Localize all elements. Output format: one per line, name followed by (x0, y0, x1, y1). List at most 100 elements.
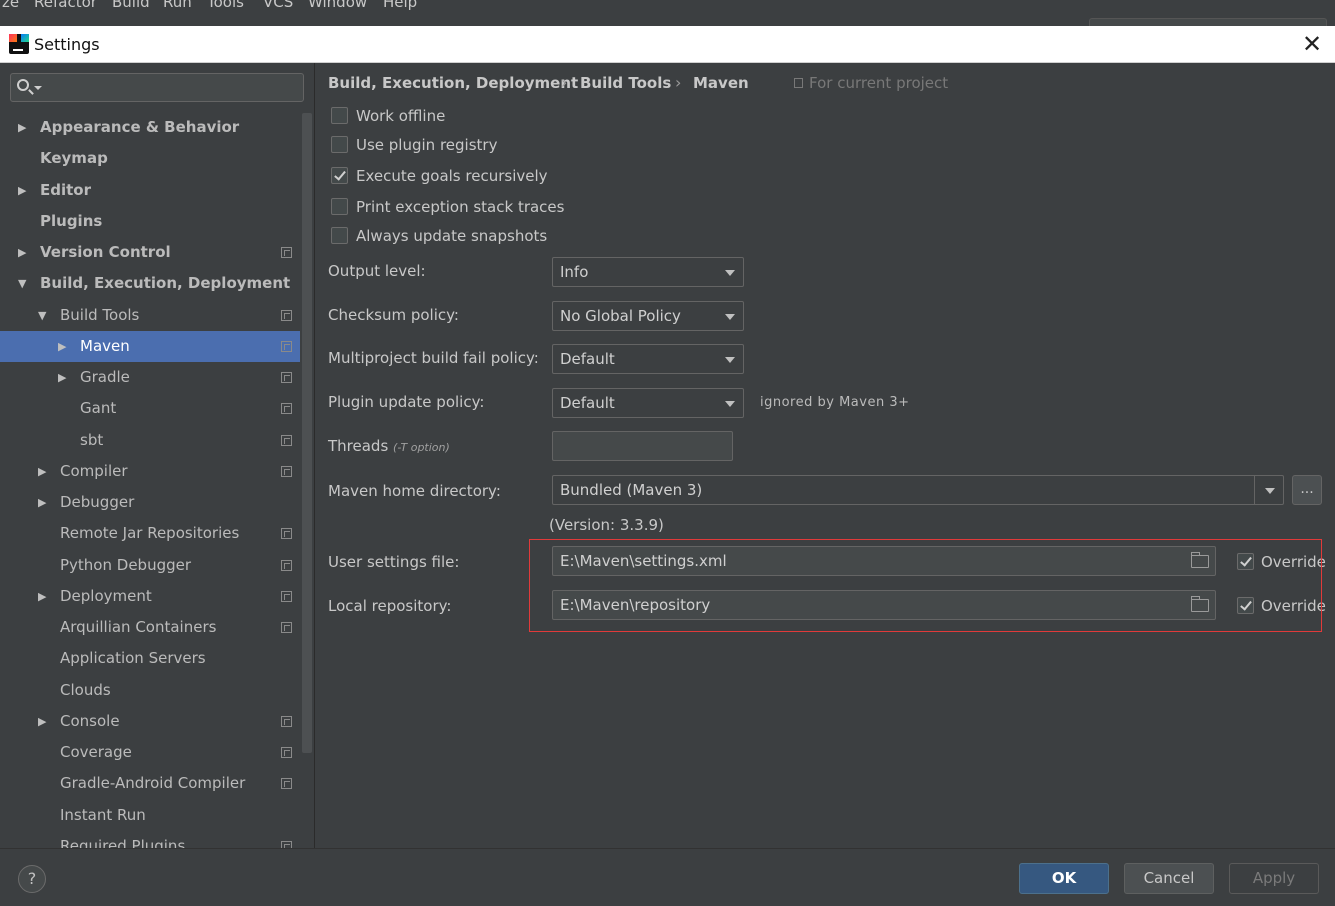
menu-run[interactable]: Run (163, 0, 192, 11)
checkbox-label[interactable]: Work offline (356, 105, 445, 127)
project-scope-icon (281, 341, 292, 352)
sidebar-item-version-control[interactable]: ▶ Version Control (0, 237, 300, 268)
sidebar-item-maven[interactable]: ▶ Maven (0, 331, 300, 362)
sidebar-item-compiler[interactable]: ▶ Compiler (0, 456, 300, 487)
sidebar-item-debugger[interactable]: ▶ Debugger (0, 487, 300, 518)
sidebar-item-gant[interactable]: Gant (0, 393, 300, 424)
project-scope-icon (281, 466, 292, 477)
close-icon[interactable]: ✕ (1299, 31, 1325, 57)
sidebar-item-coverage[interactable]: Coverage (0, 737, 300, 768)
sidebar-item-build-execution-deployment[interactable]: ▼ Build, Execution, Deployment (0, 268, 300, 299)
menu-refactor[interactable]: Refactor (34, 0, 97, 11)
dialog-titlebar: Settings ✕ (0, 26, 1335, 63)
collapsed-arrow-icon[interactable]: ▶ (18, 175, 26, 206)
sidebar-item-keymap[interactable]: Keymap (0, 143, 300, 174)
maven-home-select[interactable]: Bundled (Maven 3) (552, 475, 1284, 505)
checkbox-box[interactable] (331, 167, 348, 184)
sidebar-item-clouds[interactable]: Clouds (0, 675, 300, 706)
sidebar-item-label: Clouds (60, 681, 111, 699)
sidebar-item-python-debugger[interactable]: Python Debugger (0, 550, 300, 581)
threads-option-note: (-T option) (393, 441, 450, 454)
menu-build[interactable]: Build (112, 0, 150, 11)
user-settings-label: User settings file: (328, 553, 460, 571)
threads-input[interactable] (552, 431, 733, 461)
checkbox-label[interactable]: Always update snapshots (356, 225, 547, 247)
cancel-button[interactable]: Cancel (1124, 863, 1214, 894)
sidebar-item-arquillian-containers[interactable]: Arquillian Containers (0, 612, 300, 643)
sidebar-item-build-tools[interactable]: ▼ Build Tools (0, 300, 300, 331)
expanded-arrow-icon[interactable]: ▼ (38, 300, 46, 331)
collapsed-arrow-icon[interactable]: ▶ (38, 487, 46, 518)
collapsed-arrow-icon[interactable]: ▶ (18, 112, 26, 143)
ok-button[interactable]: OK (1019, 863, 1109, 894)
toolbar-search-field[interactable] (1089, 18, 1327, 26)
breadcrumb-separator: › (561, 73, 568, 92)
collapsed-arrow-icon[interactable]: ▶ (58, 362, 66, 393)
chevron-down-icon (725, 270, 735, 276)
collapsed-arrow-icon[interactable]: ▶ (38, 706, 46, 737)
checkbox-box[interactable] (331, 227, 348, 244)
ide-menubar: ze Refactor Build Run Tools VCS Window H… (0, 0, 1335, 26)
search-history-dropdown-icon[interactable] (34, 86, 42, 90)
collapsed-arrow-icon[interactable]: ▶ (18, 237, 26, 268)
sidebar-item-gradle[interactable]: ▶ Gradle (0, 362, 300, 393)
sidebar-item-console[interactable]: ▶ Console (0, 706, 300, 737)
sidebar-item-deployment[interactable]: ▶ Deployment (0, 581, 300, 612)
sidebar-item-label: Build Tools (60, 306, 140, 324)
plugin-update-policy-select[interactable]: Default (552, 388, 744, 418)
local-repository-label: Local repository: (328, 597, 452, 615)
project-scope-icon (281, 403, 292, 414)
collapsed-arrow-icon[interactable]: ▶ (58, 331, 66, 362)
output-level-select[interactable]: Info (552, 257, 744, 287)
help-button[interactable]: ? (18, 865, 46, 893)
sidebar-item-instant-run[interactable]: Instant Run (0, 800, 300, 831)
sidebar-item-label: Editor (40, 181, 91, 199)
sidebar-item-label: Coverage (60, 743, 132, 761)
menu-window[interactable]: Window (308, 0, 367, 11)
menu-ze[interactable]: ze (2, 0, 19, 11)
sidebar-item-appearance-behavior[interactable]: ▶ Appearance & Behavior (0, 112, 300, 143)
settings-sidebar: ▶ Appearance & Behavior Keymap ▶ Editor Plugi… (0, 63, 314, 848)
sidebar-item-editor[interactable]: ▶ Editor (0, 175, 300, 206)
collapsed-arrow-icon[interactable]: ▶ (38, 456, 46, 487)
collapsed-arrow-icon[interactable]: ▶ (38, 581, 46, 612)
scope-label: For current project (809, 74, 949, 92)
intellij-app-icon (9, 34, 29, 54)
sidebar-item-required-plugins[interactable]: Required Plugins (0, 831, 300, 848)
apply-button[interactable]: Apply (1229, 863, 1319, 894)
checkbox-label[interactable]: Use plugin registry (356, 134, 497, 156)
settings-search-input[interactable] (10, 73, 304, 102)
sidebar-item-remote-jar-repositories[interactable]: Remote Jar Repositories (0, 518, 300, 549)
sidebar-item-label: Gant (80, 399, 117, 417)
combo-divider (1254, 476, 1255, 504)
project-scope-icon (281, 591, 292, 602)
checkbox-label[interactable]: Print exception stack traces (356, 196, 564, 218)
project-scope-icon (281, 747, 292, 758)
expanded-arrow-icon[interactable]: ▼ (18, 268, 26, 299)
checkbox-box[interactable] (331, 136, 348, 153)
menu-tools[interactable]: Tools (207, 0, 244, 11)
project-scope-icon (281, 435, 292, 446)
sidebar-item-label: Build, Execution, Deployment (40, 274, 291, 292)
checkbox-label[interactable]: Execute goals recursively (356, 165, 548, 187)
checkbox-box[interactable] (331, 198, 348, 215)
checksum-policy-select[interactable]: No Global Policy (552, 301, 744, 331)
sidebar-item-sbt[interactable]: sbt (0, 425, 300, 456)
sidebar-item-plugins[interactable]: Plugins (0, 206, 300, 237)
sidebar-scrollbar[interactable] (302, 113, 312, 753)
maven-home-browse-button[interactable]: ... (1292, 475, 1322, 505)
sidebar-item-application-servers[interactable]: Application Servers (0, 643, 300, 674)
menu-help[interactable]: Help (383, 0, 417, 11)
sidebar-item-label: sbt (80, 431, 104, 449)
project-scope-icon (281, 716, 292, 727)
sidebar-item-label: Application Servers (60, 649, 206, 667)
project-scope-icon (281, 528, 292, 539)
sidebar-item-gradle-android-compiler[interactable]: Gradle-Android Compiler (0, 768, 300, 799)
multiproject-fail-policy-select[interactable]: Default (552, 344, 744, 374)
search-icon (17, 79, 29, 91)
checkbox-box[interactable] (331, 107, 348, 124)
menu-vcs[interactable]: VCS (263, 0, 293, 11)
sidebar-item-label: Compiler (60, 462, 128, 480)
project-scope-icon (794, 78, 803, 88)
project-scope-icon (281, 310, 292, 321)
